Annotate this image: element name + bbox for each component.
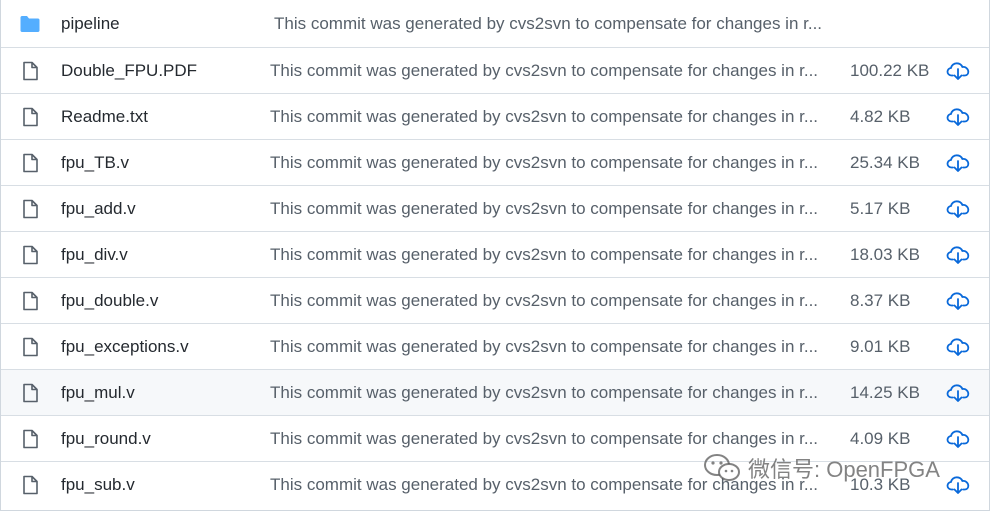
file-name-link[interactable]: fpu_div.v [61,245,128,265]
file-name-link[interactable]: Readme.txt [61,107,148,127]
file-size: 5.17 KB [850,198,911,218]
file-icon [19,474,41,496]
commit-message-link[interactable]: This commit was generated by cvs2svn to … [270,475,832,495]
cloud-download-icon[interactable] [946,429,970,449]
commit-message-link[interactable]: This commit was generated by cvs2svn to … [270,199,832,219]
file-name-link[interactable]: fpu_exceptions.v [61,337,189,357]
file-icon [19,382,41,404]
commit-message-link[interactable]: This commit was generated by cvs2svn to … [270,61,832,81]
file-icon [19,290,41,312]
cloud-download-icon[interactable] [946,383,970,403]
file-name-link[interactable]: fpu_mul.v [61,383,135,403]
file-size: 100.22 KB [850,60,930,80]
file-row[interactable]: fpu_sub.v This commit was generated by cv… [1,461,989,507]
file-row[interactable]: fpu_exceptions.v This commit was generate… [1,323,989,369]
file-icon [19,198,41,220]
file-icon [19,428,41,450]
folder-icon [19,13,41,35]
cloud-download-icon[interactable] [946,153,970,173]
file-size: 9.01 KB [850,336,911,356]
file-row[interactable]: fpu_round.v This commit was generated by … [1,415,989,461]
file-name-link[interactable]: Double_FPU.PDF [61,61,197,81]
commit-message-link[interactable]: This commit was generated by cvs2svn to … [270,337,832,357]
file-size: 4.09 KB [850,428,911,448]
cloud-download-icon[interactable] [946,475,970,495]
commit-message-link[interactable]: This commit was generated by cvs2svn to … [270,383,832,403]
commit-message-link[interactable]: This commit was generated by cvs2svn to … [270,429,832,449]
file-icon [19,152,41,174]
file-size: 10.3 KB [850,474,911,494]
file-size: 14.25 KB [850,382,920,402]
file-size: 18.03 KB [850,244,920,264]
file-size: 8.37 KB [850,290,911,310]
commit-message-link[interactable]: This commit was generated by cvs2svn to … [270,245,832,265]
cloud-download-icon[interactable] [946,245,970,265]
file-row[interactable]: fpu_div.v This commit was generated by cv… [1,231,989,277]
file-name-link[interactable]: fpu_add.v [61,199,136,219]
cloud-download-icon[interactable] [946,291,970,311]
folder-name-link[interactable]: pipeline [61,14,120,34]
cloud-download-icon[interactable] [946,107,970,127]
file-name-link[interactable]: fpu_TB.v [61,153,129,173]
file-row[interactable]: fpu_double.v This commit was generated by… [1,277,989,323]
file-size: 4.82 KB [850,106,911,126]
commit-message-link[interactable]: This commit was generated by cvs2svn to … [274,14,836,34]
cloud-download-icon[interactable] [946,337,970,357]
file-icon [19,60,41,82]
file-row[interactable]: fpu_TB.v This commit was generated by cvs… [1,139,989,185]
file-name-link[interactable]: fpu_double.v [61,291,158,311]
file-row[interactable]: Readme.txt This commit was generated by c… [1,93,989,139]
file-row[interactable]: fpu_add.v This commit was generated by cv… [1,185,989,231]
file-row[interactable]: fpu_mul.v This commit was generated by cv… [1,369,989,415]
commit-message-link[interactable]: This commit was generated by cvs2svn to … [270,107,832,127]
file-size: 25.34 KB [850,152,920,172]
file-icon [19,106,41,128]
commit-message-link[interactable]: This commit was generated by cvs2svn to … [270,291,832,311]
file-name-link[interactable]: fpu_sub.v [61,475,135,495]
commit-message-link[interactable]: This commit was generated by cvs2svn to … [270,153,832,173]
file-icon [19,244,41,266]
file-row[interactable]: Double_FPU.PDF This commit was generated … [1,47,989,93]
file-icon [19,336,41,358]
cloud-download-icon[interactable] [946,61,970,81]
file-name-link[interactable]: fpu_round.v [61,429,151,449]
folder-row[interactable]: pipeline This commit was generated by cvs… [1,0,989,47]
file-list: pipeline This commit was generated by cvs… [0,0,990,511]
cloud-download-icon[interactable] [946,199,970,219]
